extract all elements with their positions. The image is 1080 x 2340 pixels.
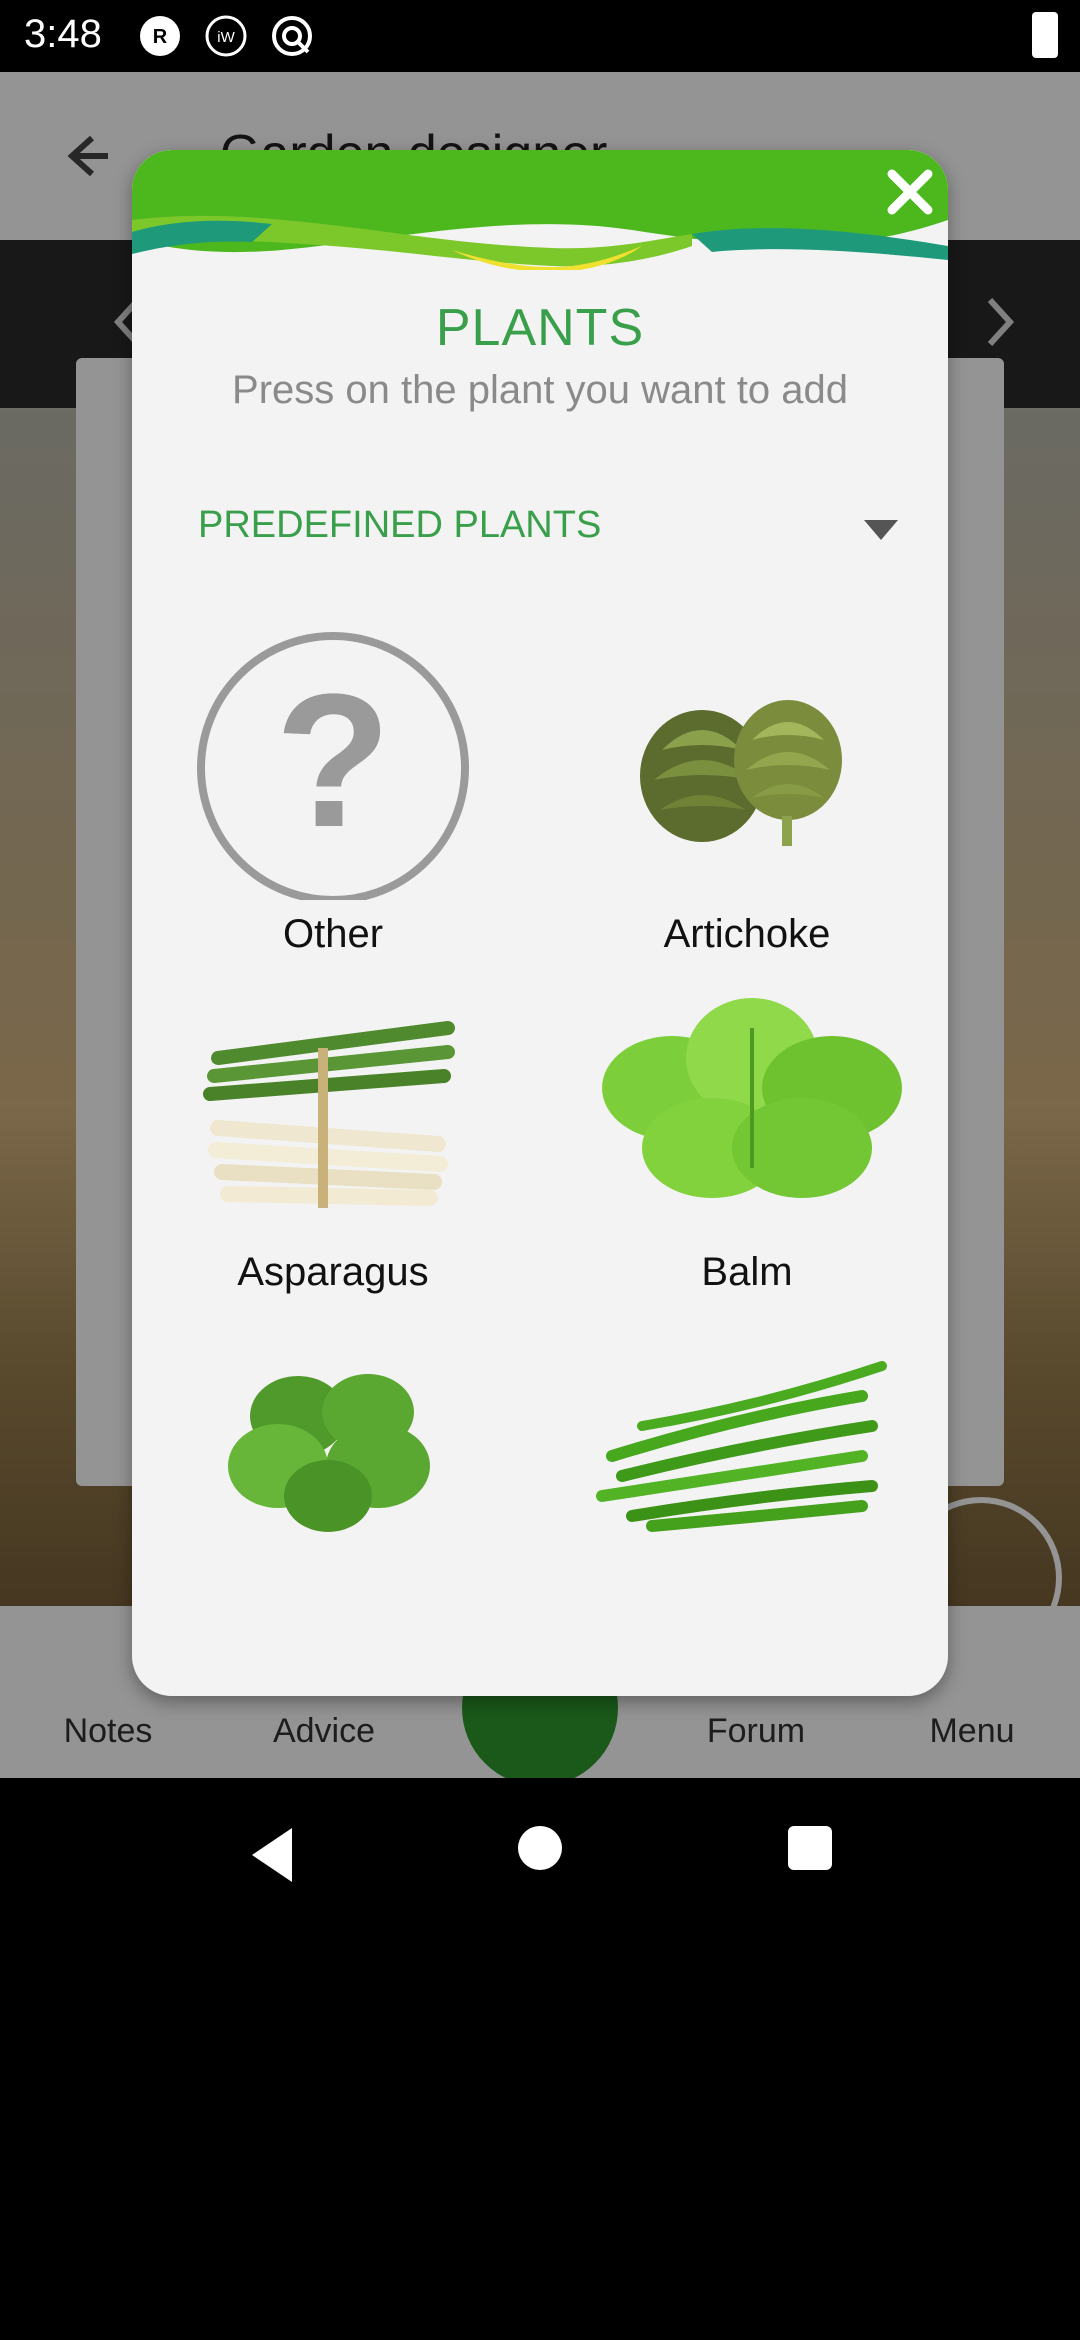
battery-charging-icon — [1032, 12, 1058, 58]
plant-item-beans[interactable] — [562, 1326, 932, 1656]
plants-dialog: PLANTS Press on the plant you want to ad… — [132, 150, 948, 1696]
dialog-title: PLANTS — [435, 299, 645, 357]
status-time: 3:48 — [24, 12, 102, 56]
green-beans-icon — [596, 1361, 887, 1532]
plant-item-asparagus[interactable]: Asparagus — [148, 968, 518, 1298]
svg-text:R: R — [153, 26, 168, 48]
svg-text:?: ? — [275, 655, 391, 867]
plant-item-basil[interactable] — [148, 1326, 518, 1656]
r-badge-icon: R — [140, 16, 180, 56]
plant-item-balm[interactable]: Balm — [562, 968, 932, 1298]
iw-badge-icon: iW — [205, 15, 247, 57]
svg-text:iW: iW — [217, 29, 235, 46]
plant-label: Artichoke — [663, 912, 831, 956]
plant-category-dropdown[interactable]: PREDEFINED PLANTS — [198, 490, 898, 562]
plant-item-artichoke[interactable]: Artichoke — [562, 630, 932, 960]
close-icon[interactable] — [880, 162, 940, 222]
balm-leaves-icon — [602, 998, 902, 1198]
artichoke-icon — [640, 700, 842, 846]
plant-item-other[interactable]: ? Other — [148, 630, 518, 960]
basil-leaves-icon — [228, 1374, 430, 1532]
asparagus-icon — [203, 1021, 455, 1208]
dialog-subtitle: Press on the plant you want to add — [232, 368, 848, 412]
question-mark-icon: ? — [197, 632, 469, 900]
plant-label: Asparagus — [237, 1250, 429, 1294]
dropdown-selected-value: PREDEFINED PLANTS — [198, 504, 602, 546]
dialog-header-wave — [132, 150, 948, 270]
caret-down-icon — [864, 520, 898, 540]
status-bar: 3:48 R iW — [0, 0, 1080, 72]
plant-label: Other — [282, 912, 384, 956]
system-back-icon[interactable] — [240, 1820, 310, 1890]
system-recents-icon[interactable] — [788, 1826, 832, 1870]
plant-label: Balm — [701, 1250, 793, 1294]
system-home-icon[interactable] — [518, 1826, 562, 1870]
target-icon — [272, 16, 312, 56]
